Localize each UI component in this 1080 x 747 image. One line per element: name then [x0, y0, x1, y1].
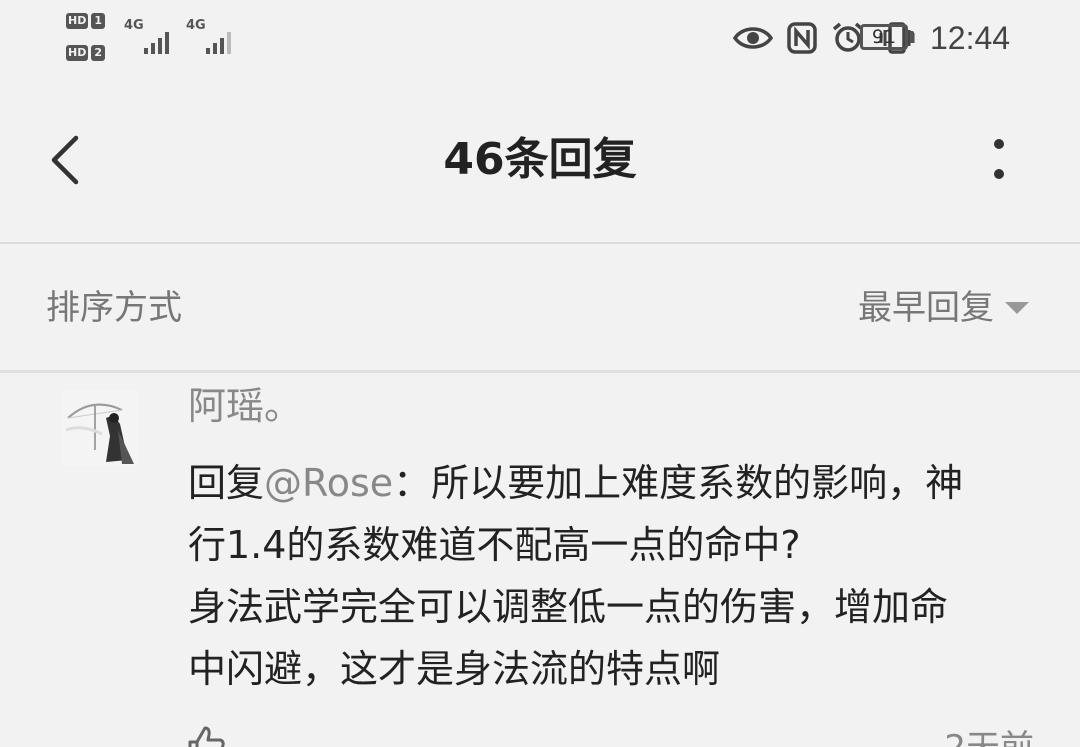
eye-icon — [733, 27, 773, 49]
sort-label: 排序方式 — [46, 288, 182, 328]
sim1-number: 1 — [91, 13, 105, 29]
sort-selected-value: 最早回复 — [858, 288, 994, 328]
comment-text-3: 身法武学完全可以调整低一点的伤害，增加命 — [188, 585, 949, 629]
sort-bar: 排序方式 最早回复 — [0, 244, 1080, 370]
comment-content: 回复@Rose：所以要加上难度系数的影响，神 行1.4的系数难道不配高一点的命中… — [188, 452, 1048, 700]
status-bar: HD 1 HD 2 4G 4G 91 12:44 — [0, 0, 1080, 80]
dropdown-triangle-icon — [1005, 302, 1029, 314]
battery-tip — [910, 31, 914, 43]
nfc-icon — [787, 22, 817, 54]
sim2-hd-label: HD — [66, 45, 89, 61]
network-type-1: 4G — [124, 18, 144, 33]
sort-divider — [0, 370, 1080, 373]
comment-line-1: 回复@Rose：所以要加上难度系数的影响，神 — [188, 452, 1048, 514]
sim1-hd-label: HD — [66, 13, 89, 29]
sim-indicators: HD 1 HD 2 — [66, 12, 116, 68]
comment-actions: 2天前 — [0, 712, 1080, 747]
page-title: 46条回复 — [443, 134, 637, 185]
like-icon[interactable] — [186, 724, 226, 747]
more-options-icon[interactable] — [984, 136, 1014, 186]
reply-prefix: 回复 — [188, 461, 265, 505]
comment-text-2: 行1.4的系数难道不配高一点的命中? — [188, 523, 801, 567]
sim2-badge: HD 2 — [66, 44, 112, 62]
signal-bars-2-icon — [206, 32, 231, 54]
sim1-badge: HD 1 — [66, 12, 112, 30]
comment-username[interactable]: 阿瑶。 — [188, 382, 302, 430]
signal-1: 4G — [124, 18, 176, 54]
comment-text-4: 中闪避，这才是身法流的特点啊 — [188, 647, 721, 691]
signal-bars-1-icon — [144, 32, 169, 54]
status-time: 12:44 — [930, 20, 1011, 56]
battery-indicator: 91 — [860, 24, 908, 50]
mention-link[interactable]: @Rose — [264, 461, 393, 505]
network-type-2: 4G — [186, 18, 206, 33]
signal-2: 4G — [186, 18, 238, 54]
comment-text-1: ：所以要加上难度系数的影响，神 — [393, 461, 964, 505]
comment-time: 2天前 — [944, 726, 1034, 747]
sort-dropdown[interactable]: 最早回复 — [858, 286, 1030, 330]
battery-level: 91 — [871, 26, 897, 48]
sim2-number: 2 — [91, 45, 105, 61]
avatar[interactable] — [62, 390, 138, 466]
page-header: 46条回复 — [0, 80, 1080, 242]
